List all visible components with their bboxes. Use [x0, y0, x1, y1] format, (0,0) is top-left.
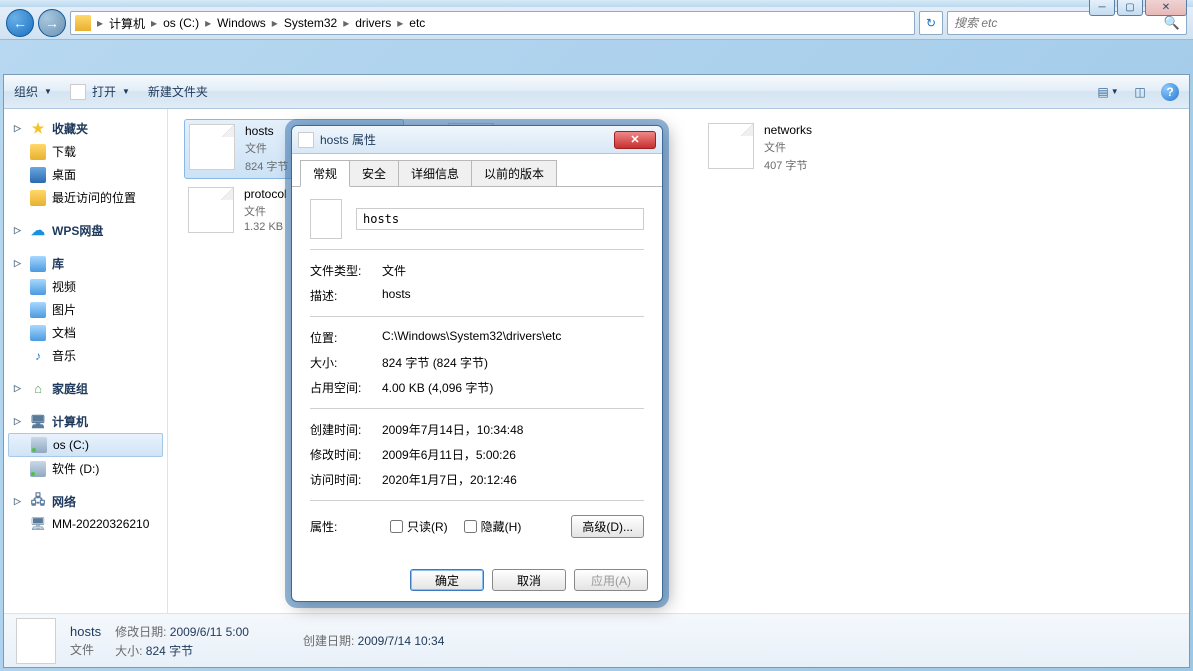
document-icon — [30, 325, 46, 341]
tab-previous-versions[interactable]: 以前的版本 — [471, 160, 557, 186]
readonly-checkbox[interactable]: 只读(R) — [390, 518, 448, 535]
computer-icon: 🖥 — [30, 414, 46, 430]
file-icon — [188, 187, 234, 233]
breadcrumb-segment[interactable]: drivers — [351, 16, 395, 30]
sidebar-item-music[interactable]: ♪音乐 — [4, 344, 167, 367]
network-icon: 🖧 — [30, 494, 46, 510]
file-size: 824 字节 — [245, 158, 288, 174]
file-icon — [298, 132, 314, 148]
tab-general[interactable]: 常规 — [300, 160, 350, 187]
file-icon — [16, 618, 56, 664]
organize-button[interactable]: 组织▼ — [14, 83, 52, 100]
cancel-button[interactable]: 取消 — [492, 569, 566, 591]
sidebar-library[interactable]: ▷库 — [4, 252, 167, 275]
tab-security[interactable]: 安全 — [349, 160, 399, 186]
maximize-button[interactable]: ▢ — [1117, 0, 1143, 16]
library-icon — [30, 256, 46, 272]
folder-icon — [30, 144, 46, 160]
homegroup-icon: ⌂ — [30, 381, 46, 397]
refresh-button[interactable]: ↻ — [919, 11, 943, 35]
desktop-icon — [30, 167, 46, 183]
search-icon: 🔍 — [1164, 15, 1180, 31]
star-icon: ★ — [30, 121, 46, 137]
back-button[interactable]: ← — [6, 9, 34, 37]
breadcrumb-segment[interactable]: os (C:) — [159, 16, 203, 30]
sidebar-favorites[interactable]: ▷★收藏夹 — [4, 117, 167, 140]
titlebar: ─ ▢ ✕ — [0, 0, 1193, 7]
advanced-button[interactable]: 高级(D)... — [571, 515, 644, 538]
open-button[interactable]: 打开▼ — [70, 83, 130, 100]
breadcrumb-segment[interactable]: etc — [405, 16, 429, 30]
folder-icon — [75, 15, 91, 31]
properties-dialog: hosts 属性 ✕ 常规 安全 详细信息 以前的版本 文件类型:文件 描述:h… — [291, 125, 663, 602]
computer-icon: 🖥 — [30, 516, 46, 532]
sidebar-wps[interactable]: ▷☁WPS网盘 — [4, 219, 167, 242]
breadcrumb-segment[interactable]: System32 — [280, 16, 341, 30]
file-size: 1.32 KB — [244, 221, 287, 233]
breadcrumb[interactable]: ▸ 计算机▸ os (C:)▸ Windows▸ System32▸ drive… — [70, 11, 915, 35]
breadcrumb-segment[interactable]: Windows — [213, 16, 270, 30]
view-button[interactable]: ▤▼ — [1097, 81, 1119, 103]
dialog-tabs: 常规 安全 详细信息 以前的版本 — [292, 154, 662, 187]
new-folder-button[interactable]: 新建文件夹 — [148, 83, 208, 100]
sidebar-item-drive-d[interactable]: 软件 (D:) — [4, 457, 167, 480]
sidebar-item-pictures[interactable]: 图片 — [4, 298, 167, 321]
file-icon — [310, 199, 342, 239]
help-icon[interactable]: ? — [1161, 83, 1179, 101]
dialog-titlebar[interactable]: hosts 属性 ✕ — [292, 126, 662, 154]
folder-icon — [30, 190, 46, 206]
picture-icon — [30, 302, 46, 318]
apply-button[interactable]: 应用(A) — [574, 569, 648, 591]
sidebar-item-desktop[interactable]: 桌面 — [4, 163, 167, 186]
ok-button[interactable]: 确定 — [410, 569, 484, 591]
dialog-title: hosts 属性 — [320, 131, 614, 148]
hidden-checkbox[interactable]: 隐藏(H) — [464, 518, 522, 535]
tab-details[interactable]: 详细信息 — [398, 160, 472, 186]
sidebar-item-downloads[interactable]: 下载 — [4, 140, 167, 163]
file-type: 文件 — [245, 140, 288, 156]
sidebar-network[interactable]: ▷🖧网络 — [4, 490, 167, 513]
close-button[interactable]: ✕ — [1145, 0, 1187, 16]
cloud-icon: ☁ — [30, 223, 46, 239]
details-pane: hosts 文件 修改日期: 2009/6/11 5:00 大小: 824 字节… — [4, 613, 1189, 667]
sidebar-computer[interactable]: ▷🖥计算机 — [4, 410, 167, 433]
details-type: 文件 — [70, 641, 101, 658]
sidebar-item-network-pc[interactable]: 🖥MM-20220326210 — [4, 513, 167, 535]
file-icon — [189, 124, 235, 170]
sidebar-item-drive-c[interactable]: os (C:) — [8, 433, 163, 457]
forward-button[interactable]: → — [38, 9, 66, 37]
breadcrumb-segment[interactable]: 计算机 — [105, 15, 149, 32]
video-icon — [30, 279, 46, 295]
dialog-close-button[interactable]: ✕ — [614, 131, 656, 149]
file-size: 407 字节 — [764, 157, 812, 173]
navigation-bar: ← → ▸ 计算机▸ os (C:)▸ Windows▸ System32▸ d… — [0, 7, 1193, 40]
drive-icon — [30, 461, 46, 477]
sidebar-item-recent[interactable]: 最近访问的位置 — [4, 186, 167, 209]
file-type: 文件 — [764, 139, 812, 155]
music-icon: ♪ — [30, 348, 46, 364]
file-icon — [708, 123, 754, 169]
drive-icon — [31, 437, 47, 453]
file-type: 文件 — [244, 203, 287, 219]
sidebar-homegroup[interactable]: ▷⌂家庭组 — [4, 377, 167, 400]
details-name: hosts — [70, 624, 101, 639]
sidebar: ▷★收藏夹 下载 桌面 最近访问的位置 ▷☁WPS网盘 ▷库 视频 图片 文档 … — [4, 109, 168, 613]
page-icon — [70, 84, 86, 100]
toolbar: 组织▼ 打开▼ 新建文件夹 ▤▼ ◫ ? — [4, 75, 1189, 109]
sidebar-item-documents[interactable]: 文档 — [4, 321, 167, 344]
file-name: protocol — [244, 187, 287, 201]
file-name: hosts — [245, 124, 288, 138]
search-input[interactable] — [954, 16, 1164, 30]
minimize-button[interactable]: ─ — [1089, 0, 1115, 16]
filename-input[interactable] — [356, 208, 644, 230]
file-name: networks — [764, 123, 812, 137]
preview-pane-button[interactable]: ◫ — [1129, 81, 1151, 103]
file-item[interactable]: networks 文件 407 字节 — [704, 119, 924, 179]
sidebar-item-videos[interactable]: 视频 — [4, 275, 167, 298]
